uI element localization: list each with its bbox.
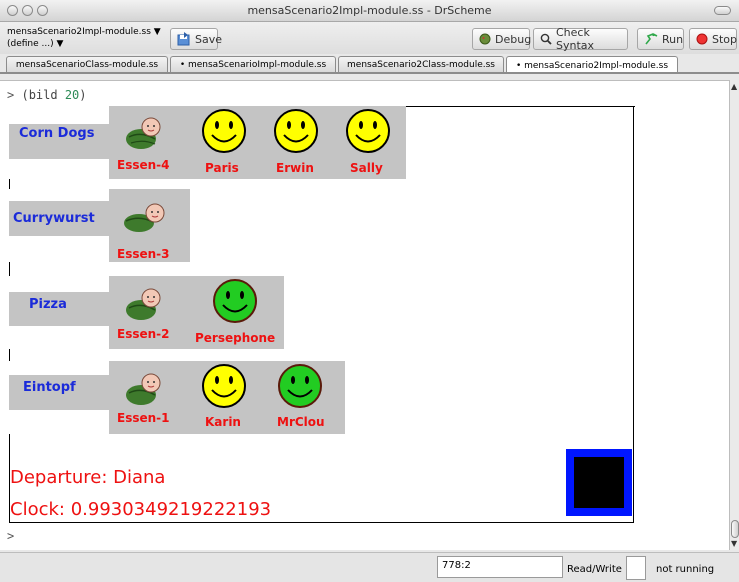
running-status: not running <box>656 564 715 575</box>
spacer <box>9 410 109 434</box>
repl-expr-number: 20 <box>64 88 80 102</box>
title-bar: mensaScenario2Impl-module.ss - DrScheme <box>0 0 739 22</box>
guest-name: Sally <box>350 161 383 175</box>
save-label: Save <box>195 32 223 46</box>
scroll-down-icon[interactable]: ▼ <box>731 539 737 548</box>
baby-icon <box>126 117 161 149</box>
magnifier-icon <box>540 33 552 45</box>
repl-prompt-2[interactable]: > <box>7 529 14 543</box>
baby-icon <box>124 203 165 232</box>
stop-button[interactable]: Stop <box>689 28 737 50</box>
module-name[interactable]: mensaScenario2Impl-module.ss ▼ <box>7 26 161 38</box>
guest-name: Erwin <box>276 161 314 175</box>
run-label: Run <box>662 32 684 46</box>
tab-mensa-scenario2-class[interactable]: mensaScenario2Class-module.ss <box>338 56 504 72</box>
read-write-label: Read/Write <box>567 564 622 575</box>
check-syntax-label: Check Syntax <box>556 26 595 52</box>
guest-name: Persephone <box>195 331 276 345</box>
repl-prompt: > <box>7 88 15 102</box>
status-bar: 778:2 Read/Write not running <box>0 552 739 582</box>
cursor-position-field: 778:2 <box>437 556 563 578</box>
stop-icon <box>696 33 708 45</box>
essen-label: Essen-1 <box>117 411 170 425</box>
spacer <box>9 326 109 349</box>
guest-name: MrClou <box>277 415 325 429</box>
status-indicator <box>626 556 646 580</box>
smiley-icon <box>278 364 322 408</box>
repl-input-line: > (bild 20) <box>7 88 87 102</box>
essen-label: Essen-4 <box>117 158 170 172</box>
guest-name: Paris <box>205 161 239 175</box>
baby-icon <box>126 288 161 320</box>
debug-label: Debug <box>495 32 532 46</box>
food-label: Corn Dogs <box>19 126 95 141</box>
exit-box <box>566 449 632 516</box>
food-label: Eintopf <box>23 380 76 395</box>
food-label: Pizza <box>29 297 67 312</box>
toolbar: mensaScenario2Impl-module.ss ▼ (define .… <box>0 22 739 54</box>
module-menu[interactable]: mensaScenario2Impl-module.ss ▼ (define .… <box>7 26 161 50</box>
essen-label: Essen-2 <box>117 327 170 341</box>
debug-button[interactable]: Debug <box>472 28 532 50</box>
smiley-icon <box>213 279 257 323</box>
repl-expr-open: (bild <box>21 88 58 102</box>
departure-text: Departure: Diana <box>10 467 166 488</box>
save-button[interactable]: Save <box>170 28 222 50</box>
essen-label: Essen-3 <box>117 247 170 261</box>
window-title: mensaScenario2Impl-module.ss - DrScheme <box>247 4 492 17</box>
define-menu[interactable]: (define ...) ▼ <box>7 38 161 50</box>
spacer <box>9 159 109 179</box>
run-button[interactable]: Run <box>637 28 684 50</box>
clock-text: Clock: 0.9930349219222193 <box>10 499 272 520</box>
exit-box-inner <box>574 457 624 508</box>
tab-mensa-scenario-class[interactable]: mensaScenarioClass-module.ss <box>6 56 168 72</box>
smiley-icon <box>202 109 246 153</box>
spacer <box>9 189 109 201</box>
vertical-scrollbar[interactable]: ▲ ▼ <box>729 80 739 550</box>
tab-mensa-scenario-impl[interactable]: • mensaScenarioImpl-module.ss <box>170 56 336 72</box>
scroll-thumb[interactable] <box>731 520 739 538</box>
spacer <box>9 106 109 124</box>
scroll-up-icon[interactable]: ▲ <box>731 82 737 91</box>
smiley-icon <box>274 109 318 153</box>
stop-label: Stop <box>712 32 738 46</box>
baby-icon <box>126 373 161 405</box>
spacer <box>9 236 109 262</box>
guest-name: Karin <box>205 415 241 429</box>
toolbar-toggle-button[interactable] <box>714 6 731 15</box>
check-syntax-button[interactable]: Check Syntax <box>533 26 628 52</box>
run-icon <box>644 33 658 45</box>
repl-expr-close: ) <box>79 88 87 102</box>
smiley-icon <box>346 109 390 153</box>
tab-separator <box>0 72 739 74</box>
save-icon <box>177 32 191 46</box>
smiley-icon <box>202 364 246 408</box>
food-label: Currywurst <box>13 211 95 226</box>
canvas-top-border <box>406 106 635 107</box>
spacer <box>9 361 109 375</box>
debug-icon <box>479 33 491 45</box>
spacer <box>9 276 109 292</box>
